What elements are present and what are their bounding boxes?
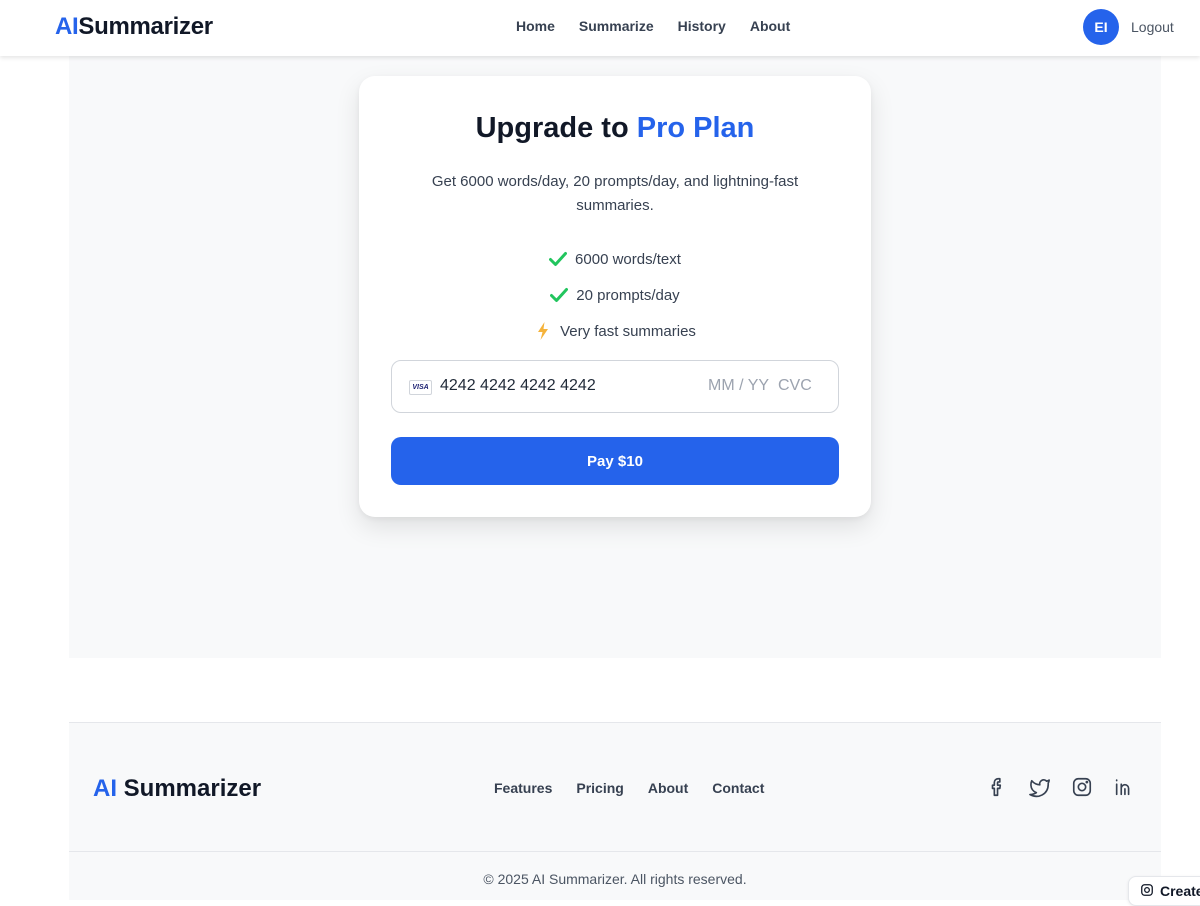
footer-about-link[interactable]: About bbox=[648, 780, 688, 796]
footer-contact-link[interactable]: Contact bbox=[712, 780, 764, 796]
nav-home-link[interactable]: Home bbox=[516, 18, 555, 34]
title-prefix: Upgrade to bbox=[475, 112, 637, 144]
feature-item-words: 6000 words/text bbox=[359, 241, 871, 277]
nav-history-link[interactable]: History bbox=[678, 18, 726, 34]
card-input-field[interactable]: VISA 4242 4242 4242 4242 MM / YY CVC bbox=[391, 360, 839, 413]
card-number-input[interactable]: 4242 4242 4242 4242 bbox=[440, 377, 596, 395]
twitter-icon[interactable] bbox=[1029, 776, 1051, 798]
visa-card-icon: VISA bbox=[409, 380, 432, 395]
footer-features-link[interactable]: Features bbox=[494, 780, 552, 796]
footer-brand-ai: AI bbox=[93, 775, 117, 802]
footer-brand-name: Summarizer bbox=[123, 775, 262, 802]
site-footer: AI Summarizer Features Pricing About Con… bbox=[69, 722, 1161, 900]
create-button[interactable]: Create bbox=[1128, 876, 1200, 906]
linkedin-icon[interactable] bbox=[1113, 776, 1135, 798]
upgrade-title: Upgrade to Pro Plan bbox=[359, 112, 871, 145]
user-avatar[interactable]: EI bbox=[1083, 9, 1119, 45]
lightning-icon bbox=[534, 322, 552, 340]
instagram-icon[interactable] bbox=[1071, 776, 1093, 798]
brand-ai: AI bbox=[55, 13, 79, 40]
feature-list: 6000 words/text 20 prompts/day Very fast… bbox=[359, 241, 871, 349]
brand-logo[interactable]: AISummarizer bbox=[55, 13, 213, 41]
instagram-icon bbox=[1140, 883, 1154, 900]
upgrade-card: Upgrade to Pro Plan Get 6000 words/day, … bbox=[359, 76, 871, 517]
check-icon bbox=[549, 250, 568, 268]
footer-nav: Features Pricing About Contact bbox=[494, 780, 764, 796]
feature-text: 20 prompts/day bbox=[576, 286, 680, 304]
logout-button[interactable]: Logout bbox=[1131, 19, 1174, 35]
feature-text: 6000 words/text bbox=[575, 250, 681, 268]
feature-text: Very fast summaries bbox=[560, 322, 696, 340]
title-plan-name: Pro Plan bbox=[636, 112, 755, 144]
main-nav: Home Summarize History About bbox=[516, 18, 790, 34]
footer-brand-logo[interactable]: AI Summarizer bbox=[93, 775, 261, 803]
brand-name: Summarizer bbox=[78, 13, 213, 40]
top-navbar: AISummarizer Home Summarize History Abou… bbox=[0, 0, 1200, 56]
card-cvc-input[interactable]: CVC bbox=[778, 377, 812, 395]
pay-button[interactable]: Pay $10 bbox=[391, 437, 839, 485]
nav-about-link[interactable]: About bbox=[750, 18, 790, 34]
social-links bbox=[987, 776, 1135, 798]
upgrade-description: Get 6000 words/day, 20 prompts/day, and … bbox=[431, 173, 799, 214]
feature-item-speed: Very fast summaries bbox=[359, 313, 871, 349]
feature-item-prompts: 20 prompts/day bbox=[359, 277, 871, 313]
copyright-text: © 2025 AI Summarizer. All rights reserve… bbox=[483, 871, 747, 887]
create-label: Create bbox=[1160, 883, 1200, 899]
footer-divider bbox=[69, 851, 1161, 852]
card-expiry-input[interactable]: MM / YY bbox=[708, 377, 769, 395]
nav-summarize-link[interactable]: Summarize bbox=[579, 18, 654, 34]
check-icon bbox=[550, 286, 569, 304]
facebook-icon[interactable] bbox=[987, 776, 1009, 798]
footer-pricing-link[interactable]: Pricing bbox=[576, 780, 623, 796]
